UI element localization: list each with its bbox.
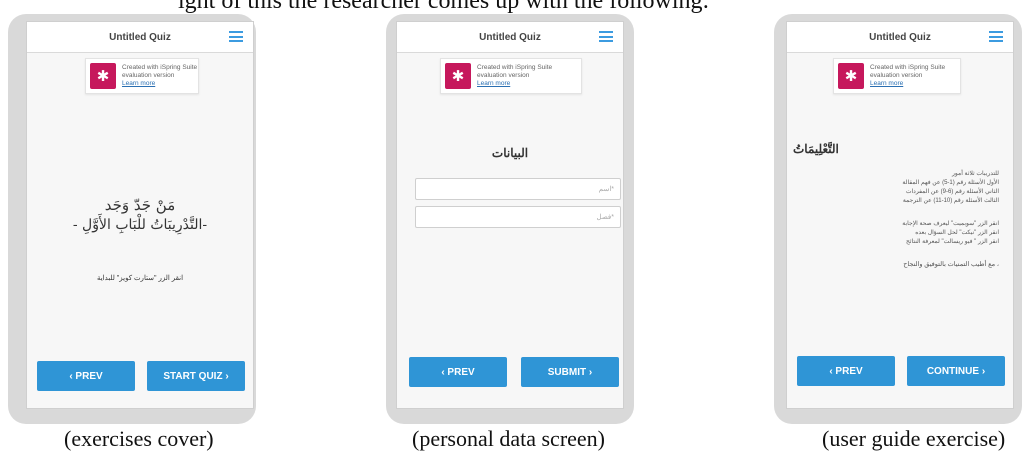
caption-exercises-cover: (exercises cover) [64, 426, 214, 451]
guide-closing: ، مع أطيب التمنيات بالتوفيق والنجاح [903, 261, 999, 268]
screen-user-guide: Untitled Quiz ✱ Created with iSpring Sui… [786, 21, 1014, 409]
ispring-line2: evaluation version [870, 72, 923, 79]
hamburger-menu-icon[interactable] [599, 31, 613, 42]
quiz-header: Untitled Quiz [27, 22, 253, 53]
ispring-line2: evaluation version [122, 72, 175, 79]
learn-more-link[interactable]: Learn more [870, 80, 945, 88]
name-field[interactable]: *اسم [415, 178, 621, 200]
quiz-header: Untitled Quiz [397, 22, 623, 53]
continue-button[interactable]: CONTINUE › [907, 356, 1005, 386]
ispring-banner: ✱ Created with iSpring Suite evaluation … [440, 58, 582, 94]
guide-line: الثالث الأسئلة رقم (10-11) عن الترجمة [902, 198, 999, 204]
ispring-banner: ✱ Created with iSpring Suite evaluation … [833, 58, 961, 94]
ispring-line1: Created with iSpring Suite [870, 64, 946, 71]
ispring-banner: ✱ Created with iSpring Suite evaluation … [85, 58, 199, 94]
data-heading: البيانات [491, 146, 529, 160]
screen-cover: Untitled Quiz ✱ Created with iSpring Sui… [26, 21, 254, 409]
hamburger-menu-icon[interactable] [229, 31, 243, 42]
quiz-title: Untitled Quiz [109, 31, 171, 43]
phone-frame-data: Untitled Quiz ✱ Created with iSpring Sui… [386, 14, 634, 424]
prev-button[interactable]: ‹ PREV [37, 361, 135, 391]
cover-heading-2: -التَّدْرِيبَاتُ للْبَابِ الأَوَّلِ - [72, 217, 208, 233]
ispring-logo-icon: ✱ [90, 63, 116, 89]
prev-button[interactable]: ‹ PREV [409, 357, 507, 387]
quiz-title: Untitled Quiz [479, 31, 541, 43]
hamburger-menu-icon[interactable] [989, 31, 1003, 42]
prev-button[interactable]: ‹ PREV [797, 356, 895, 386]
guide-lines-a: للتدريبات ثلاثة أمور الأول الأسئلة رقم (… [807, 170, 999, 206]
phone-frame-guide: Untitled Quiz ✱ Created with iSpring Sui… [774, 14, 1022, 424]
guide-line: انقر الزر "سوبميت" ليعرف صحة الإجابة [902, 221, 999, 227]
cover-instruction: انقر الزر "ستارت كويز" للبداية [96, 275, 184, 282]
learn-more-link[interactable]: Learn more [122, 80, 197, 88]
phone-frame-cover: Untitled Quiz ✱ Created with iSpring Sui… [8, 14, 256, 424]
ispring-line1: Created with iSpring Suite [477, 64, 553, 71]
guide-heading: التَّعْلِيمَاتُ [793, 142, 839, 156]
ispring-logo-icon: ✱ [445, 63, 471, 89]
quiz-header: Untitled Quiz [787, 22, 1013, 53]
class-field[interactable]: *فصل [415, 206, 621, 228]
screen-personal-data: Untitled Quiz ✱ Created with iSpring Sui… [396, 21, 624, 409]
guide-line: الأول الأسئلة رقم (1-5) عن فهم المقالة [902, 180, 999, 186]
quiz-title: Untitled Quiz [869, 31, 931, 43]
start-quiz-button[interactable]: START QUIZ › [147, 361, 245, 391]
guide-line: انقر الزر "نيكت" لحل السؤال بعده [915, 230, 999, 236]
caption-personal-data: (personal data screen) [412, 426, 606, 451]
guide-line: الثاني الأسئلة رقم (6-9) عن المفردات [905, 189, 999, 195]
ispring-line2: evaluation version [477, 72, 530, 79]
guide-line: انقر الزر " فيو ريسالت" لمعرفة النتائج [906, 239, 999, 245]
ispring-logo-icon: ✱ [838, 63, 864, 89]
caption-user-guide: (user guide exercise) [822, 426, 1006, 451]
submit-button[interactable]: SUBMIT › [521, 357, 619, 387]
learn-more-link[interactable]: Learn more [477, 80, 552, 88]
cover-heading-1: مَنْ جَدّ وَجَد [104, 196, 176, 214]
ispring-line1: Created with iSpring Suite [122, 64, 198, 71]
guide-lines-b: انقر الزر "سوبميت" ليعرف صحة الإجابة انق… [807, 220, 999, 247]
guide-line: للتدريبات ثلاثة أمور [952, 171, 999, 177]
